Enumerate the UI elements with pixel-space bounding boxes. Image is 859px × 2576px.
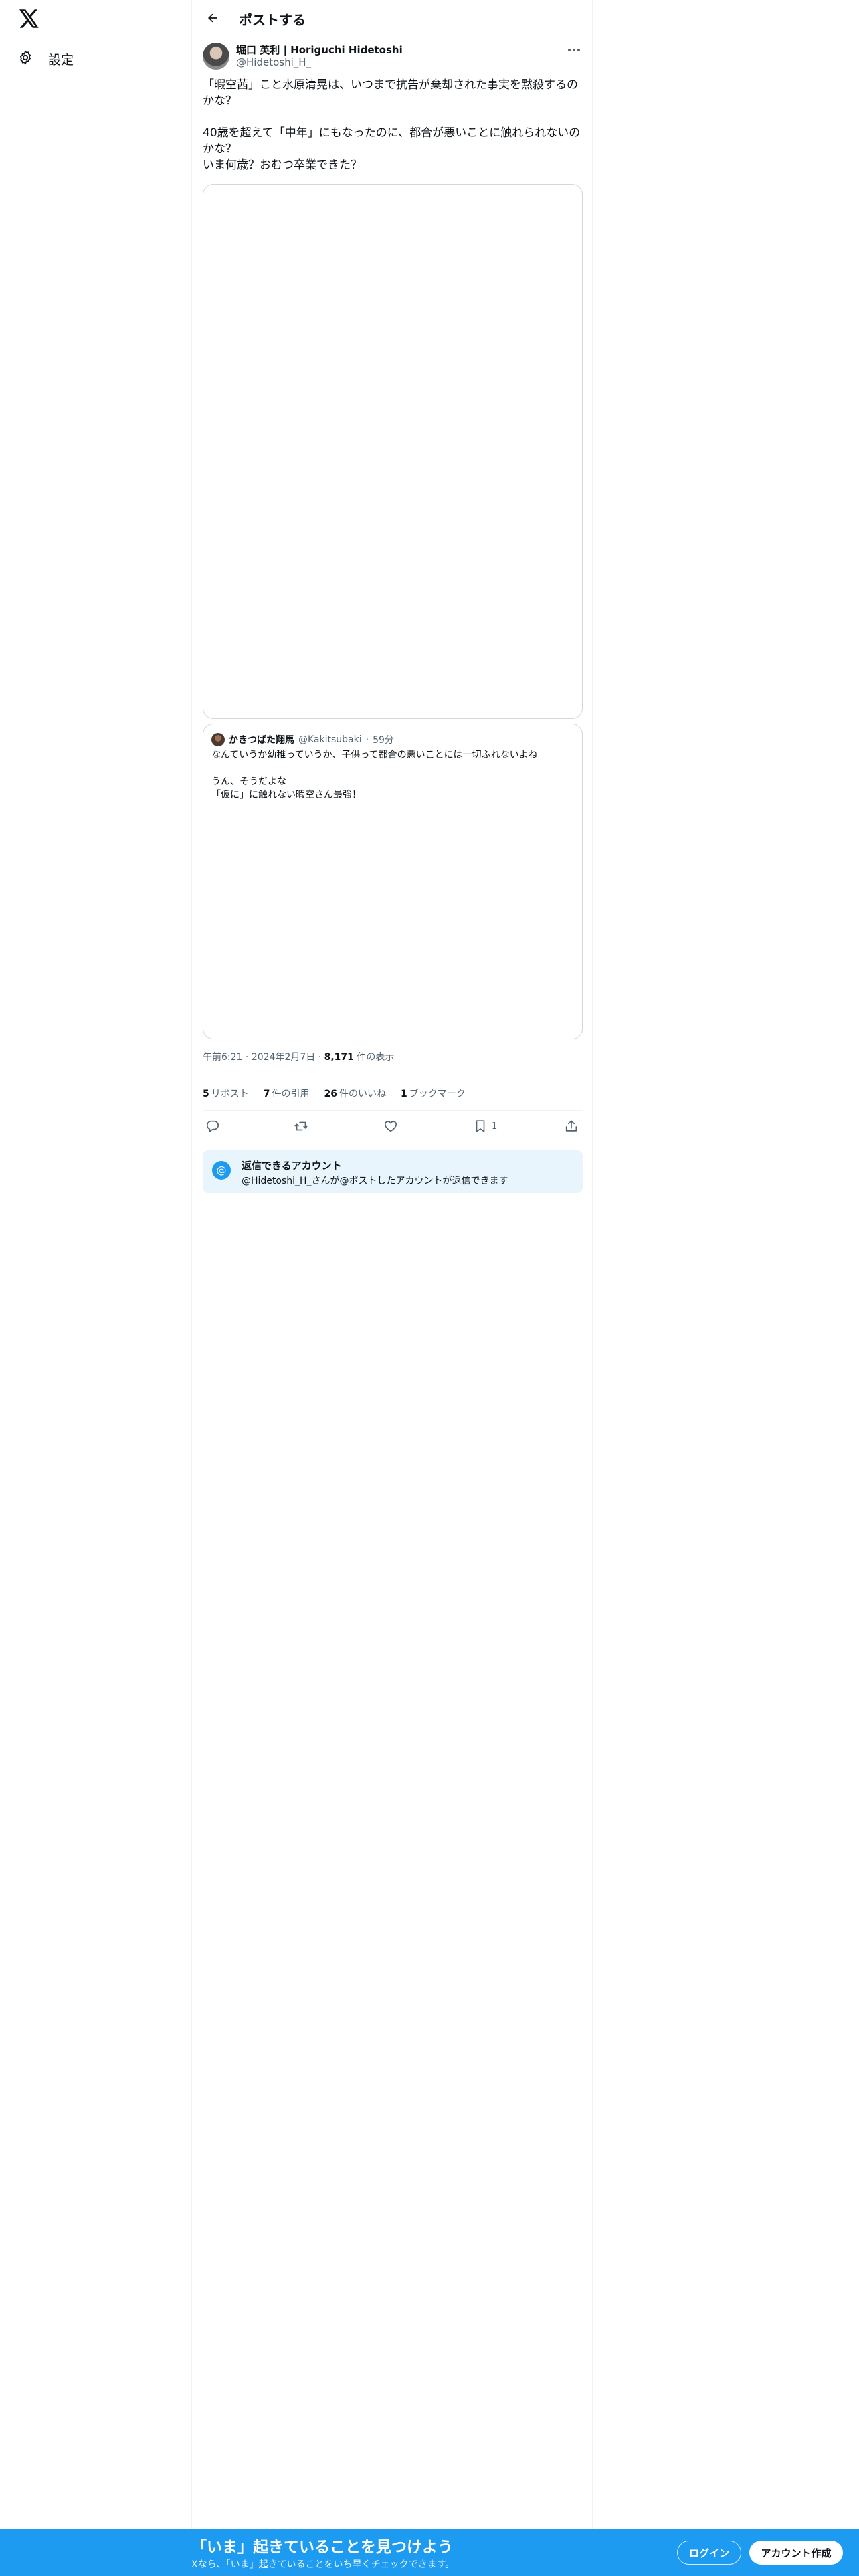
reply-button[interactable] [205, 1118, 220, 1134]
back-button[interactable] [201, 7, 224, 29]
bookmark-count: 1 [492, 1121, 498, 1132]
main-column: ポストする 堀口 英利 | Horiguchi Hidetoshi @Hidet… [191, 0, 593, 2576]
gear-icon [17, 49, 33, 68]
quote-author-name: かきつばた翔馬 [229, 735, 294, 746]
header: ポストする [192, 0, 593, 35]
share-icon [565, 1120, 577, 1132]
separator: · [245, 1052, 249, 1063]
quoted-post[interactable]: かきつばた翔馬 @Kakitsubaki · 59分 なんていうか幼稚っていうか… [203, 724, 583, 1039]
likes-stat[interactable]: 26 件のいいね [324, 1087, 386, 1100]
post-time[interactable]: 午前6:21 [203, 1052, 242, 1063]
post-text: 「暇空茜」こと水原清晃は、いつまで抗告が棄却された事実を黙殺するのかな？ 40歳… [203, 78, 581, 172]
repost-button[interactable] [294, 1118, 308, 1134]
quote-author-handle: @Kakitsubaki [298, 734, 362, 745]
quotes-stat[interactable]: 7 件の引用 [264, 1087, 310, 1100]
banner-subtitle: Xなら、「いま」起きていることをいち早くチェックできます。 [191, 2559, 455, 2570]
reply-restriction-subtitle: @Hidetoshi_H_さんが@ポストしたアカウントが返信できます [242, 1176, 508, 1186]
like-button[interactable] [383, 1118, 398, 1134]
page-title: ポストする [239, 12, 306, 28]
banner-title: 「いま」起きていることを見つけよう [191, 2539, 453, 2556]
reply-icon [206, 1120, 219, 1132]
separator: · [365, 734, 369, 745]
reply-restriction-notice: @ 返信できるアカウント @Hidetoshi_H_さんが@ポストしたアカウント… [203, 1150, 583, 1193]
signup-banner: 「いま」起きていることを見つけよう Xなら、「いま」起きていることをいち早くチェ… [0, 2529, 859, 2576]
bookmark-button[interactable]: 1 [473, 1118, 497, 1134]
login-button[interactable]: ログイン [677, 2541, 741, 2565]
avatar[interactable] [203, 43, 229, 70]
bookmark-icon [476, 1120, 485, 1132]
author-handle[interactable]: @Hidetoshi_H_ [236, 56, 311, 68]
more-button[interactable] [565, 43, 583, 58]
quote-avatar [211, 733, 225, 746]
repost-icon [294, 1121, 308, 1131]
sidebar-item-label: 設定 [48, 52, 74, 68]
quote-time: 59分 [373, 735, 394, 746]
left-rail: 設定 [0, 0, 191, 2576]
post-meta: 午前6:21 · 2024年2月7日 · 8,171 件の表示 [203, 1050, 394, 1063]
x-logo-icon[interactable] [19, 8, 40, 29]
sidebar-item-settings[interactable]: 設定 [17, 45, 74, 72]
author-name[interactable]: 堀口 英利 | Horiguchi Hidetoshi [236, 43, 403, 57]
at-sign-icon: @ [212, 1161, 231, 1180]
post-author: 堀口 英利 | Horiguchi Hidetoshi @Hidetoshi_H… [203, 41, 583, 74]
bookmarks-stat[interactable]: 1 ブックマーク [401, 1087, 466, 1100]
views-count: 8,171 [324, 1052, 354, 1063]
views-label: 件の表示 [357, 1052, 395, 1063]
signup-button[interactable]: アカウント作成 [749, 2541, 843, 2565]
more-icon [568, 49, 580, 51]
quote-header: かきつばた翔馬 @Kakitsubaki · 59分 [211, 732, 394, 747]
divider [203, 1110, 583, 1111]
like-icon [384, 1121, 397, 1132]
post-date[interactable]: 2024年2月7日 [252, 1052, 315, 1063]
reply-restriction-title: 返信できるアカウント [242, 1160, 342, 1172]
action-bar: 1 [203, 1115, 583, 1137]
separator: · [318, 1052, 322, 1063]
share-button[interactable] [564, 1118, 579, 1134]
quote-text: なんていうか幼稚っていうか、子供って都合の悪いことには一切ふれないよね うん、そ… [211, 750, 538, 800]
post-media[interactable] [203, 184, 583, 719]
post-stats: 5 リポスト 7 件の引用 26 件のいいね 1 ブックマーク [203, 1083, 466, 1103]
back-arrow-icon [208, 13, 217, 23]
reposts-stat[interactable]: 5 リポスト [203, 1087, 249, 1100]
